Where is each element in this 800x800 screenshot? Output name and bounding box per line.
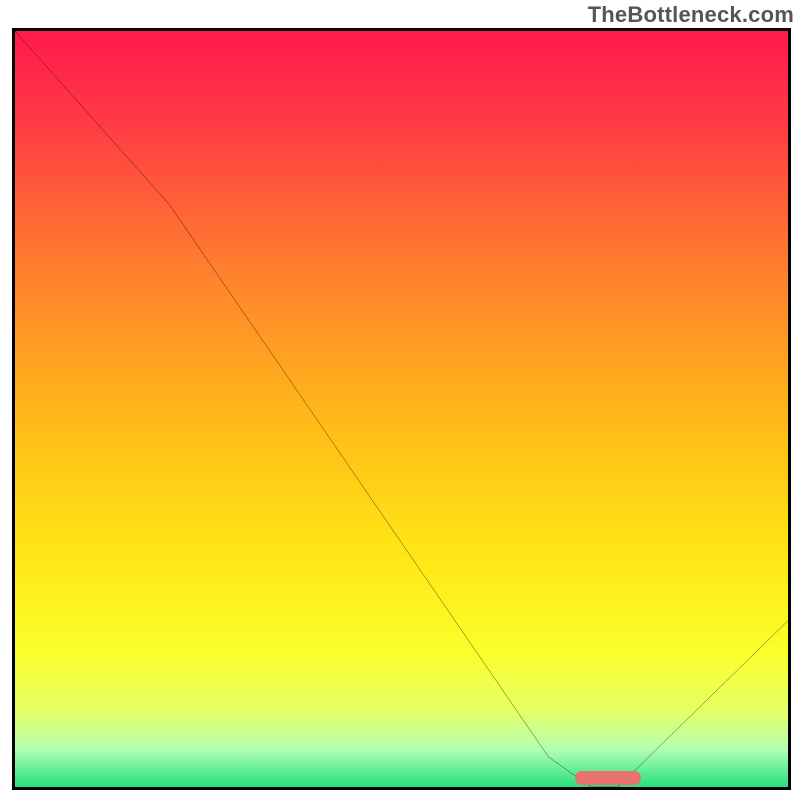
chart-frame: TheBottleneck.com [0,0,800,800]
optimum-marker [575,771,641,785]
curve-path [15,31,788,787]
plot-area [12,28,791,790]
watermark-text: TheBottleneck.com [588,2,794,28]
bottleneck-curve [15,31,788,787]
